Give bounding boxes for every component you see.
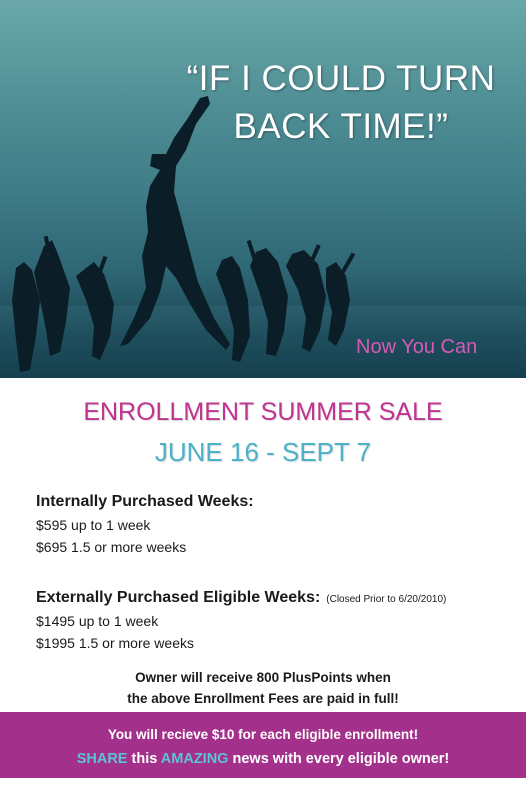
external-weeks-section: Externally Purchased Eligible Weeks: (Clo…	[36, 589, 446, 654]
pluspoints-line-1: Owner will receive 800 PlusPoints when	[135, 670, 391, 685]
sale-dates: JUNE 16 - SEPT 7	[154, 437, 372, 467]
hero-image: “IF I COULD TURN BACK TIME!” Now You Can	[0, 0, 526, 378]
internal-weeks-section: Internally Purchased Weeks: $595 up to 1…	[36, 493, 254, 558]
external-weeks-note: (Closed Prior to 6/20/2010)	[326, 594, 447, 605]
external-price-2: $1995 1.5 or more weeks	[36, 635, 194, 651]
quote-line-2: BACK TIME!”	[233, 107, 449, 146]
footer-share-rest: news with every eligible owner!	[228, 751, 450, 767]
this-word: this	[127, 751, 161, 767]
external-weeks-heading-text: Externally Purchased Eligible Weeks:	[36, 589, 321, 606]
pluspoints-line-2: the above Enrollment Fees are paid in fu…	[127, 691, 399, 706]
sale-title: ENROLLMENT SUMMER SALE	[83, 398, 443, 426]
internal-weeks-heading-text: Internally Purchased Weeks:	[36, 493, 254, 510]
quote-line-1: “IF I COULD TURN	[186, 59, 496, 98]
external-price-1: $1495 up to 1 week	[36, 613, 159, 629]
external-weeks-heading: Externally Purchased Eligible Weeks: (Clo…	[36, 589, 446, 607]
hero-quote: “IF I COULD TURN BACK TIME!”	[176, 55, 506, 151]
footer-share-line: SHARE this AMAZING news with every eligi…	[0, 749, 526, 769]
internal-price-1: $595 up to 1 week	[36, 517, 151, 533]
internal-price-2: $695 1.5 or more weeks	[36, 539, 187, 555]
share-word: SHARE	[76, 751, 128, 767]
footer-reward-line: You will recieve $10 for each eligible e…	[107, 727, 419, 742]
tagline: Now You Can	[356, 336, 478, 358]
amazing-word: AMAZING	[160, 751, 229, 767]
pluspoints-notice: Owner will receive 800 PlusPoints when t…	[0, 667, 526, 709]
footer-banner: You will recieve $10 for each eligible e…	[0, 712, 526, 778]
internal-weeks-heading: Internally Purchased Weeks:	[36, 493, 254, 511]
